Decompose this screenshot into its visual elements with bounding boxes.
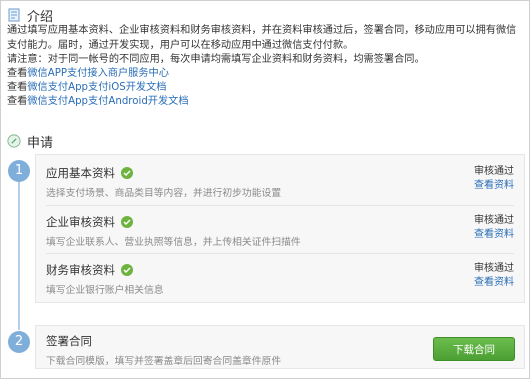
check-icon [121,264,133,276]
check-icon [121,167,133,179]
item-desc: 填写企业联系人、营业执照等信息，并上传相关证件扫描件 [46,237,301,248]
item-status: 审核通过 查看资料 [474,262,514,290]
intro-title: 介绍 [27,9,54,25]
intro-paragraph: 通过填写应用基本资料、企业审核资料和财务审核资料，并在资料审核通过后，签署合同，… [7,25,517,51]
apply-title: 申请 [27,135,54,151]
item-title: 企业审核资料 [46,215,115,229]
item-title-row: 应用基本资料 [46,165,133,181]
item-finance-review: 财务审核资料 填写企业银行账户相关信息 审核通过 查看资料 [46,262,514,298]
view-details-link[interactable]: 查看资料 [474,229,514,240]
status-text: 审核通过 [474,215,514,226]
view-details-link[interactable]: 查看资料 [474,277,514,288]
item-title: 应用基本资料 [46,166,115,180]
page-frame: 介绍 通过填写应用基本资料、企业审核资料和财务审核资料，并在资料审核通过后，签署… [0,0,530,379]
doc-link-row: 查看微信APP支付接入商户服务中心 [7,67,189,81]
intro-note: 请注意：对于同一帐号的不同应用，每次申请均需填写企业资料和财务资料，均需签署合同… [7,54,425,65]
status-text: 审核通过 [474,263,514,274]
link-android-doc[interactable]: 微信支付App支付Android开发文档 [27,96,188,107]
item-desc: 选择支付场景、商品类目等内容，并进行初步功能设置 [46,188,282,199]
item-enterprise-review: 企业审核资料 填写企业联系人、营业执照等信息，并上传相关证件扫描件 审核通过 查… [46,214,514,250]
view-details-link[interactable]: 查看资料 [474,180,514,191]
edit-icon [7,133,21,149]
item-basic-info: 应用基本资料 选择支付场景、商品类目等内容，并进行初步功能设置 审核通过 查看资… [46,165,514,201]
item-title-row: 企业审核资料 [46,214,133,230]
doc-links: 查看微信APP支付接入商户服务中心 查看微信支付App支付iOS开发文档 查看微… [7,67,189,109]
item-title: 财务审核资料 [46,263,115,277]
link-prefix: 查看 [7,96,28,107]
link-ios-doc[interactable]: 微信支付App支付iOS开发文档 [27,82,166,93]
step-1-panel: 应用基本资料 选择支付场景、商品类目等内容，并进行初步功能设置 审核通过 查看资… [35,154,525,303]
status-text: 审核通过 [474,166,514,177]
step-2-badge: 2 [8,331,30,353]
intro-header: 介绍 [7,5,53,25]
item-title-row: 财务审核资料 [46,262,133,278]
contract-desc: 下载合同模版，填写并签署盖章后回寄合同盖章件原件 [46,356,282,367]
divider [46,253,514,254]
link-prefix: 查看 [7,82,28,93]
apply-header: 申请 [7,131,53,151]
check-icon [121,216,133,228]
item-status: 审核通过 查看资料 [474,214,514,242]
step-timeline [18,172,20,330]
item-desc: 填写企业银行账户相关信息 [46,285,164,296]
contract-title: 签署合同 [46,334,92,348]
link-prefix: 查看 [7,68,28,79]
item-status: 审核通过 查看资料 [474,165,514,193]
download-contract-button[interactable]: 下载合同 [433,337,515,361]
divider [46,205,514,206]
link-merchant-service-center[interactable]: 微信APP支付接入商户服务中心 [27,68,169,79]
document-icon [7,7,21,23]
step-1-badge: 1 [8,160,30,182]
doc-link-row: 查看微信支付App支付Android开发文档 [7,95,189,109]
doc-link-row: 查看微信支付App支付iOS开发文档 [7,81,189,95]
